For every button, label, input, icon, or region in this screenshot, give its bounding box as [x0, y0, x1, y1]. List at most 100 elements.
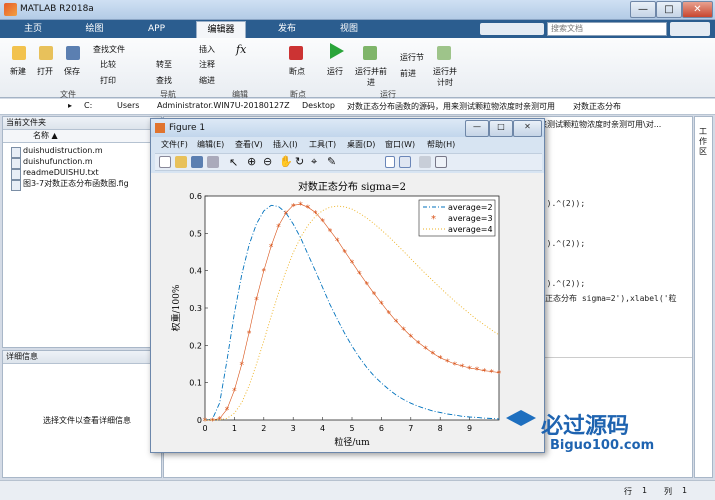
tab-home[interactable]: 主页	[14, 21, 52, 38]
name-column-header[interactable]: 名称 ▲	[3, 130, 161, 143]
file-item[interactable]: duishufunction.m	[3, 156, 161, 169]
zoom-out-icon[interactable]: ⊖	[263, 155, 272, 168]
quick-access-toolbar[interactable]	[480, 23, 544, 35]
legend-icon[interactable]	[399, 156, 411, 168]
indent-button[interactable]: 缩进	[199, 75, 215, 86]
fx-icon[interactable]: fx	[236, 43, 246, 56]
run-advance-icon	[363, 46, 377, 60]
run-advance-button[interactable]: 运行并前进	[355, 66, 387, 88]
y-tick-label: 0.3	[189, 304, 202, 313]
series-point-average-3: *	[276, 223, 281, 233]
breakpoints-button[interactable]: 断点	[289, 66, 305, 77]
address-part-desktop[interactable]: Desktop	[302, 101, 335, 110]
save-icon	[66, 46, 80, 60]
details-hint: 选择文件以查看详细信息	[43, 416, 131, 425]
run-and-time-button[interactable]: 运行并计时	[430, 66, 460, 88]
figure-minimize-button[interactable]: —	[465, 120, 489, 137]
find-button[interactable]: 查找	[156, 75, 172, 86]
figure-toolbar: ↖ ⊕ ⊖ ✋ ↻ ⌖ ✎	[155, 153, 542, 171]
minimize-button[interactable]: —	[630, 1, 656, 18]
series-point-average-3: *	[210, 417, 215, 427]
new-figure-icon[interactable]	[159, 156, 171, 168]
address-part-source[interactable]: 对数正态分布函数的源码，用来测试颗粒物浓度时亲测可用	[347, 101, 555, 112]
address-part-folder[interactable]: 对数正态分布	[573, 101, 621, 112]
tab-editor[interactable]: 编辑器	[196, 21, 246, 38]
tab-plots[interactable]: 绘图	[72, 21, 117, 38]
close-button[interactable]: ✕	[682, 1, 713, 18]
search-docs-input[interactable]: 搜索文档	[547, 22, 667, 36]
series-point-average-3: *	[475, 366, 480, 376]
run-button[interactable]: 运行	[327, 66, 343, 77]
print-button[interactable]: 打印	[100, 75, 116, 86]
menu-desktop[interactable]: 桌面(D)	[347, 139, 375, 150]
x-tick-label: 2	[261, 424, 266, 433]
menu-window[interactable]: 窗口(W)	[385, 139, 415, 150]
y-tick-label: 0.5	[189, 229, 202, 238]
zoom-in-icon[interactable]: ⊕	[247, 155, 256, 168]
editor-tab-title[interactable]: 来测试颗粒物浓度时亲测可用\对...	[539, 119, 661, 130]
find-files-button[interactable]: 查找文件	[93, 44, 125, 55]
help-icon[interactable]	[670, 22, 710, 36]
hide-plot-tools-icon[interactable]	[419, 156, 431, 168]
new-button[interactable]: 新建	[10, 66, 26, 77]
y-axis-label: 权重/100%	[170, 284, 182, 331]
code-line[interactable]: 数正态分布 sigma=2'),xlabel('粒	[537, 293, 677, 304]
series-point-average-3: *	[291, 202, 296, 212]
figure-maximize-button[interactable]: □	[489, 120, 513, 137]
tab-apps[interactable]: APP	[134, 21, 179, 38]
series-point-average-3: *	[438, 355, 443, 365]
show-plot-tools-icon[interactable]	[435, 156, 447, 168]
current-folder-title: 当前文件夹	[3, 117, 161, 130]
tab-publish[interactable]: 发布	[262, 21, 312, 38]
file-item[interactable]: 图3-7对数正态分布函数图.fig	[3, 178, 161, 191]
comment-button[interactable]: 注释	[199, 59, 215, 70]
series-point-average-3: *	[416, 339, 421, 349]
details-title: 详细信息	[3, 351, 161, 364]
menu-view[interactable]: 查看(V)	[235, 139, 263, 150]
up-folder-icon[interactable]: ▸	[68, 101, 72, 110]
menu-help[interactable]: 帮助(H)	[427, 139, 455, 150]
print-figure-icon[interactable]	[207, 156, 219, 168]
menu-edit[interactable]: 编辑(E)	[197, 139, 224, 150]
menu-tools[interactable]: 工具(T)	[309, 139, 336, 150]
file-item[interactable]: duishudistruction.m	[3, 145, 161, 158]
goto-button[interactable]: 转至	[156, 59, 172, 70]
advance-button[interactable]: 前进	[400, 68, 416, 79]
rotate-icon[interactable]: ↻	[295, 155, 304, 168]
window-title: MATLAB R2018a	[20, 4, 94, 14]
address-part-drive[interactable]: C:	[84, 101, 92, 110]
pan-icon[interactable]: ✋	[279, 155, 293, 168]
col-value: 1	[682, 486, 688, 495]
series-point-average-3: *	[460, 363, 465, 373]
brush-icon[interactable]: ✎	[327, 155, 336, 168]
menu-file[interactable]: 文件(F)	[161, 139, 188, 150]
workspace-label[interactable]: 工作区	[699, 127, 709, 157]
x-axis-label: 粒径/um	[334, 436, 370, 448]
x-tick-label: 4	[320, 424, 325, 433]
maximize-button[interactable]: □	[656, 1, 682, 18]
address-part-users[interactable]: Users	[117, 101, 139, 110]
figure-close-button[interactable]: ✕	[513, 120, 542, 137]
address-part-user[interactable]: Administrator.WIN7U-20180127Z	[157, 101, 290, 110]
series-point-average-3: *	[269, 243, 274, 253]
row-label: 行	[624, 487, 632, 496]
legend[interactable]: average=2 * average=3 average=4	[418, 199, 496, 237]
menu-insert[interactable]: 插入(I)	[273, 139, 298, 150]
colorbar-icon[interactable]	[385, 156, 395, 168]
save-figure-icon[interactable]	[191, 156, 203, 168]
insert-button[interactable]: 插入	[199, 44, 215, 55]
file-item[interactable]: readmeDUISHU.txt	[3, 167, 161, 180]
run-time-icon	[437, 46, 451, 60]
open-file-icon[interactable]	[175, 156, 187, 168]
pointer-icon[interactable]: ↖	[229, 156, 238, 169]
tab-view[interactable]: 视图	[326, 21, 372, 38]
col-label: 列	[664, 487, 672, 496]
run-section-button[interactable]: 运行节	[400, 52, 424, 63]
data-cursor-icon[interactable]: ⌖	[311, 155, 317, 169]
figure-title: Figure 1	[169, 123, 206, 133]
compare-button[interactable]: 比较	[100, 59, 116, 70]
workspace-collapsed-panel[interactable]: 工作区	[694, 116, 713, 478]
save-button[interactable]: 保存	[64, 66, 80, 77]
y-tick-label: 0	[197, 416, 202, 425]
open-button[interactable]: 打开	[37, 66, 53, 77]
